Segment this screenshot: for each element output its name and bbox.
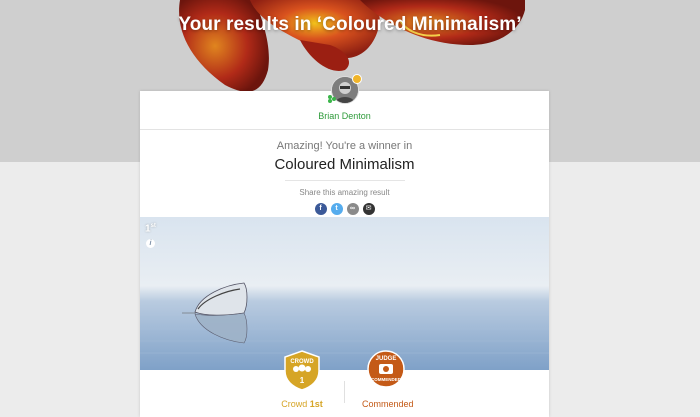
user-avatar-wrap[interactable] — [328, 74, 362, 104]
challenge-name[interactable]: Coloured Minimalism — [140, 156, 549, 173]
email-icon[interactable]: ✉ — [362, 203, 375, 215]
badge-divider — [344, 381, 345, 403]
winner-intro-text: Amazing! You're a winner in — [276, 140, 413, 152]
share-buttons: f t ∞ ✉ — [140, 203, 549, 215]
twitter-icon[interactable]: t — [330, 203, 343, 215]
winning-photo[interactable]: 1st i — [140, 217, 549, 370]
user-name-link[interactable]: Brian Denton — [140, 111, 549, 121]
crowd-badge-label: Crowd 1st — [281, 399, 323, 409]
judge-medal-icon: JUDGE COMMENDED — [367, 350, 405, 388]
share-label: Share this amazing result — [299, 188, 390, 197]
judge-badge: JUDGE COMMENDED Commended — [362, 349, 414, 409]
crowd-badge: CROWD 1 Crowd 1st — [278, 349, 326, 409]
leaf-icon — [328, 95, 336, 103]
facebook-icon[interactable]: f — [314, 203, 327, 215]
avatar-star-badge — [352, 74, 362, 84]
crowd-badge-top-text: CROWD — [290, 359, 314, 365]
crowd-badge-number: 1 — [300, 376, 305, 385]
judge-badge-label: Commended — [362, 399, 414, 409]
judge-badge-top-text: JUDGE — [376, 356, 397, 362]
link-icon[interactable]: ∞ — [346, 203, 359, 215]
card-header: Brian Denton — [140, 74, 549, 130]
result-card: Brian Denton Amazing! You're a winner in… — [140, 74, 549, 417]
info-icon[interactable]: i — [146, 239, 155, 248]
crowd-shield-icon: CROWD 1 — [284, 350, 320, 391]
page-title: Your results in ‘Coloured Minimalism’ — [178, 14, 522, 35]
judge-badge-bottom-text: COMMENDED — [371, 377, 402, 382]
divider — [284, 180, 405, 181]
rank-label: 1st — [145, 223, 156, 235]
